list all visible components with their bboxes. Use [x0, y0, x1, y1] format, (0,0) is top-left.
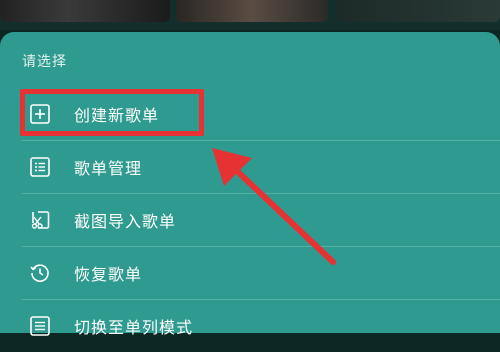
restore-clock-icon: [28, 261, 52, 285]
menu-item-label: 恢复歌单: [74, 264, 143, 284]
background-content: [0, 0, 500, 30]
single-column-icon: [28, 314, 52, 338]
menu-item-label: 截图导入歌单: [74, 211, 177, 231]
menu-item-label: 歌单管理: [74, 158, 143, 178]
thumbnail-image: [336, 0, 500, 22]
menu-item-single-column-mode[interactable]: 切换至单列模式: [0, 299, 500, 352]
menu-item-screenshot-import[interactable]: 截图导入歌单: [0, 193, 500, 246]
menu-item-restore-playlist[interactable]: 恢复歌单: [0, 246, 500, 299]
menu-item-manage-playlist[interactable]: 歌单管理: [0, 140, 500, 193]
thumbnail-image: [0, 0, 170, 22]
list-manage-icon: [28, 155, 52, 179]
thumbnail-image: [176, 0, 328, 22]
highlight-box: [20, 89, 204, 136]
menu-item-label: 切换至单列模式: [74, 317, 194, 337]
sheet-title: 请选择: [22, 54, 67, 70]
bottom-sheet-menu: 请选择 创建新歌单 歌单管理 截图导入歌单 恢复歌单 切换至单列模式: [0, 32, 500, 337]
screenshot-import-icon: [28, 208, 52, 232]
